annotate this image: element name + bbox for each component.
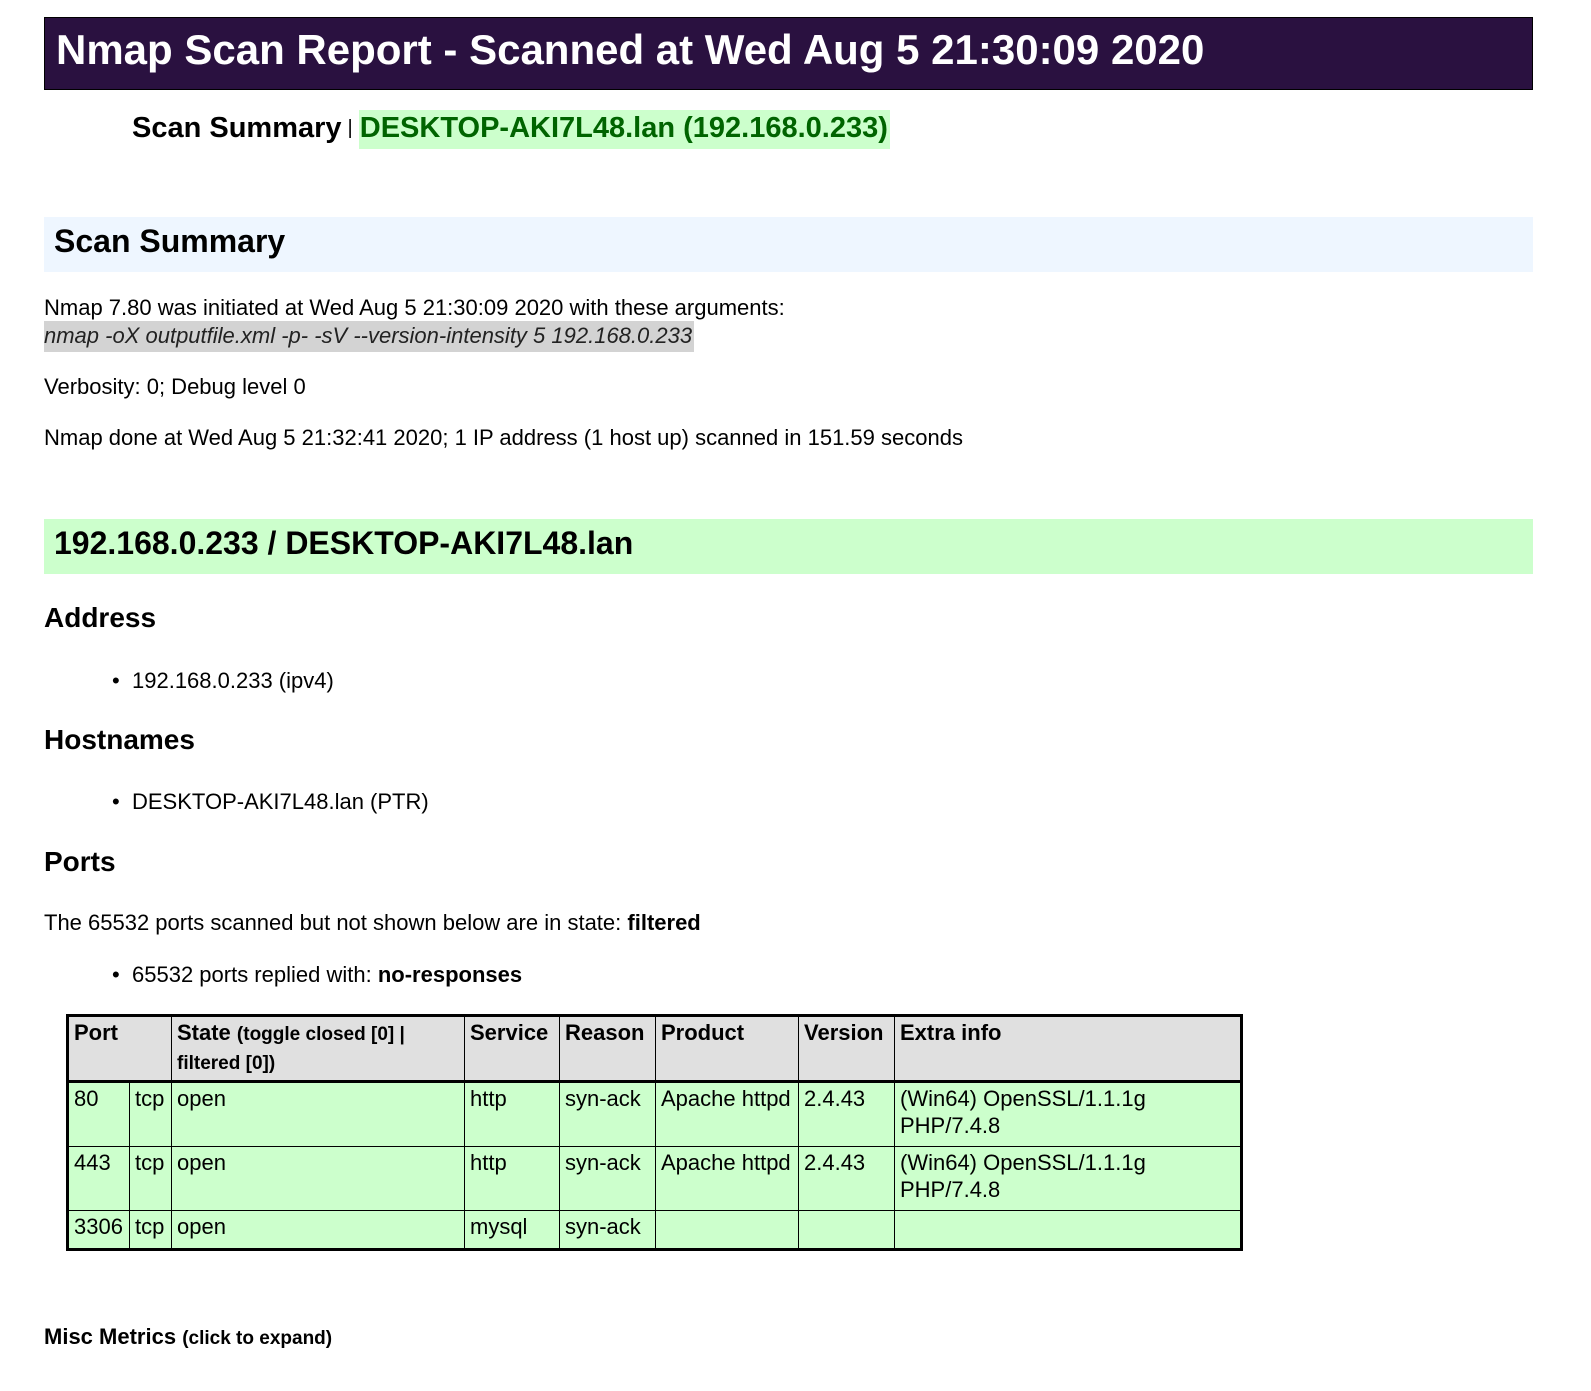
hostname-value: DESKTOP-AKI7L48.lan (PTR)	[132, 789, 429, 814]
extra-info-cell: (Win64) OpenSSL/1.1.1g PHP/7.4.8	[894, 1146, 1242, 1211]
verbosity-text: Verbosity: 0; Debug level 0	[44, 374, 306, 399]
misc-metrics-hint: (click to expand)	[182, 1328, 333, 1349]
extraports-label: The 65532 ports scanned but not shown be…	[44, 910, 628, 935]
report-title: Nmap Scan Report - Scanned at Wed Aug 5 …	[56, 26, 1205, 73]
toc-host-link[interactable]: DESKTOP-AKI7L48.lan (192.168.0.233)	[358, 110, 890, 149]
col-state: State (toggle closed [0] | filtered [0])	[171, 1015, 465, 1083]
ports-table: Port State (toggle closed [0] | filtered …	[66, 1014, 1243, 1251]
report-banner: Nmap Scan Report - Scanned at Wed Aug 5 …	[44, 17, 1533, 90]
extraports-state: filtered	[627, 910, 701, 935]
version-cell: 2.4.43	[798, 1081, 895, 1147]
state-cell: open	[171, 1081, 465, 1147]
toc-separator: |	[347, 117, 353, 139]
port-cell: 80	[67, 1081, 130, 1147]
scan-done-text: Nmap done at Wed Aug 5 21:32:41 2020; 1 …	[44, 425, 963, 450]
scan-summary-header: Scan Summary	[44, 217, 1533, 272]
address-heading: Address	[44, 602, 157, 633]
col-version: Version	[798, 1015, 895, 1083]
version-cell	[798, 1210, 895, 1250]
ports-heading: Ports	[44, 846, 116, 877]
table-row: 3306 tcp open mysql syn-ack	[67, 1210, 1242, 1250]
ports-table-header-row: Port State (toggle closed [0] | filtered …	[67, 1015, 1242, 1083]
protocol-cell: tcp	[129, 1081, 172, 1147]
product-cell: Apache httpd	[655, 1081, 799, 1147]
service-cell: http	[464, 1146, 560, 1211]
bullet: •	[112, 962, 120, 987]
extraports-text: The 65532 ports scanned but not shown be…	[44, 910, 701, 936]
scan-arguments: nmap -oX outputfile.xml -p- -sV --versio…	[44, 321, 695, 352]
host-header: 192.168.0.233 / DESKTOP-AKI7L48.lan	[44, 519, 1533, 574]
toggle-closed-link[interactable]: (toggle closed [0] |	[237, 1024, 405, 1045]
protocol-cell: tcp	[129, 1210, 172, 1250]
product-cell: Apache httpd	[655, 1146, 799, 1211]
hostname-list-item: • DESKTOP-AKI7L48.lan (PTR)	[112, 789, 429, 815]
protocol-cell: tcp	[129, 1146, 172, 1211]
port-cell: 443	[67, 1146, 130, 1211]
version-cell: 2.4.43	[798, 1146, 895, 1211]
table-row: 443 tcp open http syn-ack Apache httpd 2…	[67, 1146, 1242, 1211]
host-heading: 192.168.0.233 / DESKTOP-AKI7L48.lan	[54, 525, 634, 561]
address-list-item: • 192.168.0.233 (ipv4)	[112, 668, 334, 694]
toc-scan-summary-link[interactable]: Scan Summary	[132, 112, 342, 144]
extra-info-cell: (Win64) OpenSSL/1.1.1g PHP/7.4.8	[894, 1081, 1242, 1147]
col-reason: Reason	[559, 1015, 656, 1083]
col-service: Service	[464, 1015, 560, 1083]
extrareasons-label: 65532 ports replied with:	[132, 962, 378, 987]
bullet: •	[112, 668, 120, 693]
col-port: Port	[67, 1015, 172, 1083]
reason-cell: syn-ack	[559, 1210, 656, 1250]
hostnames-heading: Hostnames	[44, 724, 195, 755]
service-cell: http	[464, 1081, 560, 1147]
col-product: Product	[655, 1015, 799, 1083]
scan-initiated-text: Nmap 7.80 was initiated at Wed Aug 5 21:…	[44, 295, 785, 320]
misc-metrics-toggle[interactable]: Misc Metrics (click to expand)	[44, 1324, 332, 1350]
bullet: •	[112, 789, 120, 814]
state-cell: open	[171, 1210, 465, 1250]
scan-summary-heading: Scan Summary	[54, 223, 286, 259]
extrareasons-list-item: • 65532 ports replied with: no-responses	[112, 962, 522, 988]
toggle-filtered-link[interactable]: filtered [0])	[177, 1053, 275, 1074]
misc-metrics-label: Misc Metrics	[44, 1324, 177, 1349]
scan-arguments-line: nmap -oX outputfile.xml -p- -sV --versio…	[44, 321, 695, 352]
reason-cell: syn-ack	[559, 1146, 656, 1211]
product-cell	[655, 1210, 799, 1250]
reason-cell: syn-ack	[559, 1081, 656, 1147]
table-of-contents: Scan Summary | DESKTOP-AKI7L48.lan (192.16…	[132, 110, 890, 149]
address-value: 192.168.0.233 (ipv4)	[132, 668, 334, 693]
extra-info-cell	[894, 1210, 1242, 1250]
state-cell: open	[171, 1146, 465, 1211]
col-extra-info: Extra info	[894, 1015, 1242, 1083]
col-state-label: State	[177, 1020, 231, 1045]
table-row: 80 tcp open http syn-ack Apache httpd 2.…	[67, 1081, 1242, 1147]
extrareasons-value: no-responses	[377, 962, 523, 987]
service-cell: mysql	[464, 1210, 560, 1250]
port-cell: 3306	[67, 1210, 130, 1250]
